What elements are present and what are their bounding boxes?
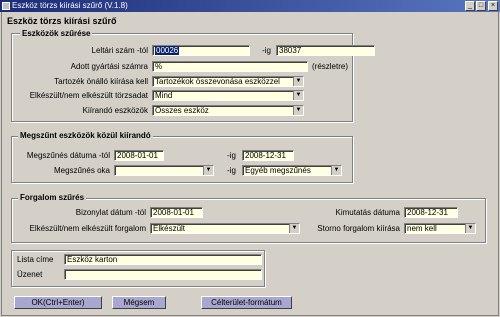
chevron-down-icon[interactable]: ▼ <box>293 106 303 115</box>
reason-to-value: Egyéb megszűnés <box>245 166 311 175</box>
list-title-label: Lista címe <box>17 255 54 264</box>
asset-filter-legend: Eszközök szűrése <box>20 29 93 38</box>
id-to-label: -ig <box>262 46 271 55</box>
accessory-value: Tartozékok összevonása eszközzel <box>155 77 280 86</box>
list-title-input[interactable]: Eszköz karton <box>64 254 262 265</box>
target-format-button[interactable]: Célterület-formátum <box>201 296 292 309</box>
chevron-down-icon[interactable]: ▼ <box>293 77 303 86</box>
traffic-panel <box>11 198 486 243</box>
accessory-label: Tartozék önálló kiírása kell <box>54 77 148 86</box>
message-input[interactable] <box>64 269 262 280</box>
form-title: Eszköz törzs kiírási szűrő <box>7 16 117 26</box>
traffic-completion-label: Elkészült/nem elkészült forgalom <box>29 224 147 233</box>
chevron-down-icon[interactable]: ▼ <box>289 224 299 233</box>
discontinued-date-from-input[interactable]: 2008-01-01 <box>114 150 164 161</box>
serial-label: Adott gyártási számra <box>70 62 148 71</box>
discontinued-legend: Megszűnt eszközök közül kiírandó <box>18 131 153 140</box>
ok-button[interactable]: OK(Ctrl+Enter) <box>14 296 102 309</box>
cancel-button[interactable]: Mégsem <box>112 296 166 309</box>
storno-value: nem kell <box>407 224 437 233</box>
serial-hint: (részletre) <box>312 62 349 71</box>
reason-label: Megszűnés oka <box>53 166 110 175</box>
serial-input[interactable]: % <box>152 61 308 72</box>
window-titlebar: Eszköz törzs kiírási szűrő (V.1.8) _ □ × <box>0 0 500 12</box>
reason-to-label: -ig <box>227 166 236 175</box>
id-from-value: 00026 <box>155 46 180 55</box>
report-date-input[interactable]: 2008-12-31 <box>404 207 458 218</box>
close-button[interactable]: × <box>488 1 498 11</box>
printable-label: Kiírandó eszközök <box>82 106 148 115</box>
chevron-down-icon[interactable]: ▼ <box>331 166 341 175</box>
chevron-down-icon[interactable]: ▼ <box>465 224 475 233</box>
printable-value: Összes eszköz <box>155 106 209 115</box>
traffic-legend: Forgalom szűrés <box>18 193 87 202</box>
reason-to-select[interactable]: Egyéb megszűnés ▼ <box>242 165 342 176</box>
completion-label: Elkészült/nem elkészült törzsadat <box>29 91 148 100</box>
printable-select[interactable]: Összes eszköz ▼ <box>152 105 304 116</box>
app-icon <box>2 2 10 10</box>
chevron-down-icon[interactable]: ▼ <box>203 166 213 175</box>
discontinued-date-from-label: Megszűnés dátuma -tól <box>26 151 110 160</box>
completion-value: Mind <box>155 91 173 100</box>
storno-label: Storno forgalom kiírása <box>317 224 400 233</box>
doc-date-input[interactable]: 2008-01-01 <box>150 207 203 218</box>
completion-select[interactable]: Mind ▼ <box>152 90 304 101</box>
message-label: Üzenet <box>17 270 43 279</box>
discontinued-date-to-label: -ig <box>227 151 236 160</box>
discontinued-date-to-input[interactable]: 2008-12-31 <box>242 150 294 161</box>
id-to-input[interactable]: 38037 <box>276 45 375 56</box>
id-from-input[interactable]: 00026 <box>152 45 250 56</box>
storno-select[interactable]: nem kell ▼ <box>404 223 476 234</box>
accessory-select[interactable]: Tartozékok összevonása eszközzel ▼ <box>152 76 304 87</box>
chevron-down-icon[interactable]: ▼ <box>293 91 303 100</box>
traffic-completion-value: Elkészült <box>153 224 186 233</box>
doc-date-label: Bizonylat dátum -tól <box>75 208 146 217</box>
maximize-button[interactable]: □ <box>476 1 486 11</box>
id-from-label: Leltári szám -tól <box>91 46 148 55</box>
traffic-completion-select[interactable]: Elkészült ▼ <box>150 223 300 234</box>
reason-select[interactable]: ▼ <box>114 165 214 176</box>
minimize-button[interactable]: _ <box>465 1 475 11</box>
report-date-label: Kimutatás dátuma <box>335 208 400 217</box>
window-title: Eszköz törzs kiírási szűrő (V.1.8) <box>12 1 128 10</box>
